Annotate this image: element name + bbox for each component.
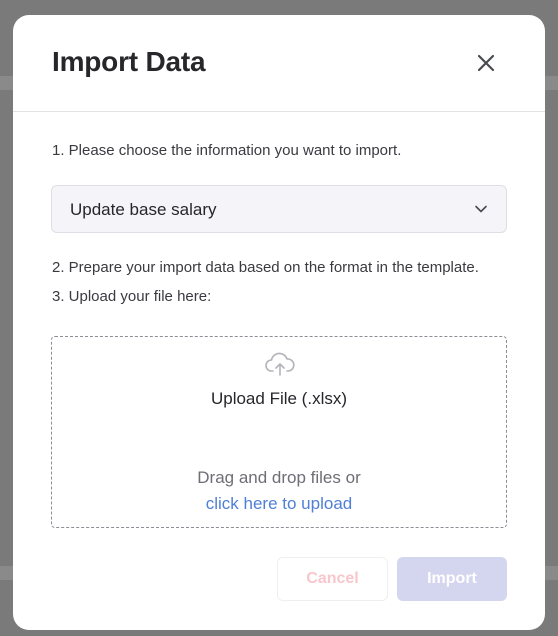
close-button[interactable] xyxy=(470,47,502,79)
cancel-button[interactable]: Cancel xyxy=(277,557,388,601)
upload-file-title: Upload File (.xlsx) xyxy=(210,389,348,408)
drag-drop-text: Drag and drop files or xyxy=(197,468,361,487)
import-type-select-value: Update base salary xyxy=(70,200,217,219)
click-to-upload-link[interactable]: click here to upload xyxy=(52,494,506,514)
import-type-select[interactable]: Update base salary xyxy=(51,185,507,233)
cloud-upload-icon xyxy=(265,352,295,376)
import-button[interactable]: Import xyxy=(397,557,507,601)
modal-header: Import Data xyxy=(13,15,545,112)
import-data-modal: Import Data 1. Please choose the informa… xyxy=(13,15,545,630)
modal-title: Import Data xyxy=(52,46,206,77)
step-3-instruction: 3. Upload your file here: xyxy=(52,288,212,305)
chevron-down-icon xyxy=(475,205,487,213)
close-icon xyxy=(477,54,495,72)
step-2-instruction: 2. Prepare your import data based on the… xyxy=(52,259,479,276)
step-1-instruction: 1. Please choose the information you wan… xyxy=(52,142,402,159)
file-dropzone[interactable]: Upload File (.xlsx) Drag and drop files … xyxy=(51,336,507,528)
